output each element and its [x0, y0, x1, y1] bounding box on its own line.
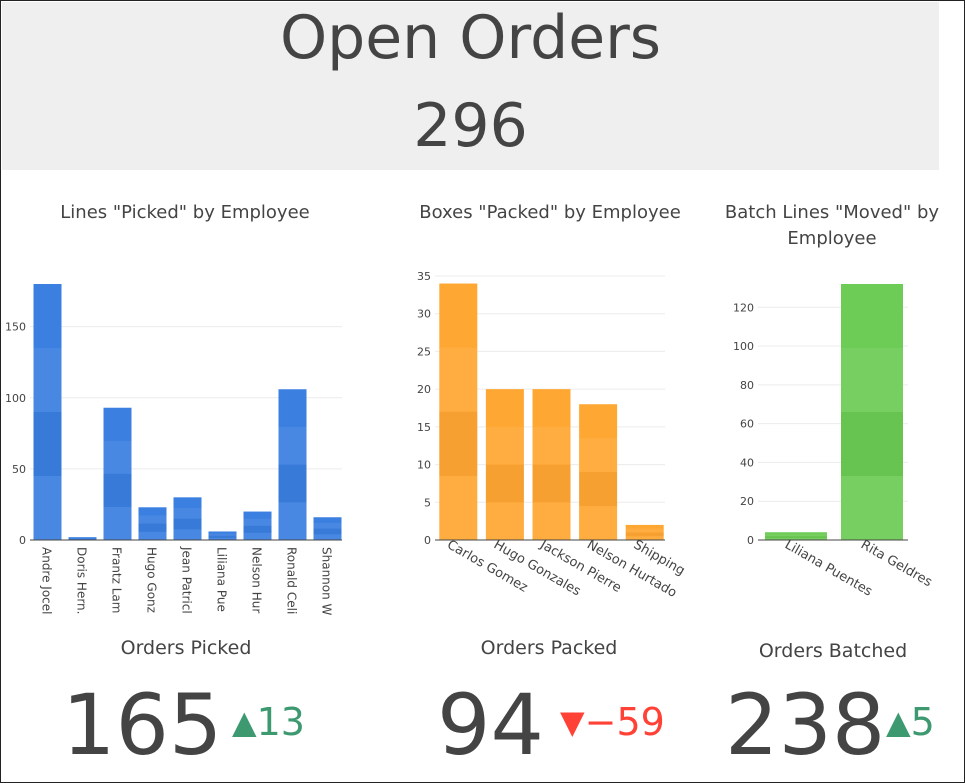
kpi-delta-picked-value: 13	[256, 700, 305, 744]
bar-segment	[439, 475, 478, 540]
bar-segment	[439, 411, 478, 476]
x-tick-label: Rita Geldres	[858, 537, 935, 590]
bar-segment	[103, 440, 132, 474]
y-tick-label: 50	[12, 463, 26, 476]
y-tick-label: 5	[424, 496, 431, 509]
bar-segment	[625, 532, 664, 537]
y-tick-label: 100	[5, 392, 26, 405]
y-tick-label: 60	[740, 418, 754, 431]
triangle-down-icon: ▼	[560, 703, 585, 741]
y-tick-label: 40	[740, 456, 754, 469]
kpi-delta-picked: ▲13	[232, 702, 305, 742]
y-tick-label: 0	[19, 534, 26, 547]
x-tick-label: Carlos Gomez	[444, 537, 530, 595]
bar-segment	[579, 506, 618, 540]
bar-segment	[103, 473, 132, 507]
bar-segment	[313, 534, 342, 540]
x-tick-label: Doris Hern.	[75, 547, 89, 614]
kpi-label-packed: Orders Packed	[480, 637, 618, 659]
y-tick-label: 30	[417, 308, 431, 321]
bar-segment	[485, 464, 524, 503]
y-tick-label: 0	[747, 534, 754, 547]
bar-segment	[485, 426, 524, 465]
bar-segment	[765, 536, 827, 539]
y-tick-label: 10	[417, 459, 431, 472]
bar-segment	[278, 464, 307, 503]
x-tick-label: Liliana Pue	[215, 547, 229, 612]
triangle-up-icon: ▲	[232, 703, 257, 741]
kpi-delta-batched-value: 5	[910, 700, 935, 744]
y-tick-label: 15	[417, 421, 431, 434]
bar-segment	[33, 476, 62, 540]
bar-segment	[278, 426, 307, 465]
charts-canvas: 050100150Andre Jocel Doris Hern. Frantz La…	[5, 270, 935, 616]
bar-segment	[532, 426, 571, 465]
bar-segment	[313, 528, 342, 535]
bar-segment	[765, 534, 827, 537]
bar-segment	[173, 508, 202, 519]
x-tick-label: Shannon W	[320, 547, 334, 616]
y-tick-label: 25	[417, 345, 431, 358]
y-tick-label: 20	[417, 383, 431, 396]
bar-segment	[208, 533, 237, 536]
y-tick-label: 150	[5, 321, 26, 334]
bar-segment	[68, 537, 97, 539]
triangle-up-icon: ▲	[886, 703, 911, 741]
y-tick-label: 80	[740, 379, 754, 392]
bar-segment	[532, 464, 571, 503]
kpi-delta-packed-value: −59	[584, 700, 665, 744]
x-tick-label: Hugo Gonz	[145, 547, 159, 613]
bar-segment	[33, 412, 62, 476]
bar-segment	[313, 522, 342, 529]
bar-segment	[208, 535, 237, 538]
bar-segment	[625, 536, 664, 540]
bar-segment	[138, 515, 167, 524]
bar-segment	[278, 502, 307, 540]
y-tick-label: 100	[733, 340, 754, 353]
bar-segment	[532, 502, 571, 540]
bar-segment	[439, 347, 478, 412]
bar-segment	[579, 438, 618, 473]
x-tick-label: Jean Patricl	[180, 546, 194, 614]
bar-segment	[243, 525, 272, 533]
bar-segment	[841, 412, 903, 476]
y-tick-label: 0	[424, 534, 431, 547]
y-tick-label: 35	[417, 270, 431, 283]
x-tick-label: Andre Jocel	[40, 547, 54, 615]
bar-segment	[579, 472, 618, 507]
bar-segment	[138, 523, 167, 532]
bar-segment	[103, 506, 132, 540]
bar-segment	[33, 348, 62, 412]
kpi-value-batched: 238	[725, 676, 886, 774]
bar-segment	[243, 518, 272, 526]
bar-segment	[173, 518, 202, 530]
kpi-value-picked: 165	[62, 676, 223, 774]
bar-segment	[841, 348, 903, 412]
kpi-delta-batched: ▲5	[886, 702, 935, 742]
bar-segment	[485, 502, 524, 540]
x-tick-label: Frantz Lam	[110, 547, 124, 613]
x-tick-label: Nelson Hur	[250, 547, 264, 613]
kpi-label-batched: Orders Batched	[758, 640, 908, 662]
bar-segment	[68, 538, 97, 540]
bar-segment	[243, 532, 272, 540]
bar-segment	[173, 529, 202, 540]
x-tick-label: Ronald Celi	[285, 547, 299, 614]
kpi-delta-packed: ▼−59	[560, 702, 665, 742]
y-tick-label: 20	[740, 495, 754, 508]
bar-segment	[138, 531, 167, 540]
kpi-value-packed: 94	[437, 676, 544, 774]
y-tick-label: 120	[733, 301, 754, 314]
kpi-label-picked: Orders Picked	[120, 637, 252, 659]
bar-segment	[625, 528, 664, 533]
bar-segment	[841, 476, 903, 540]
